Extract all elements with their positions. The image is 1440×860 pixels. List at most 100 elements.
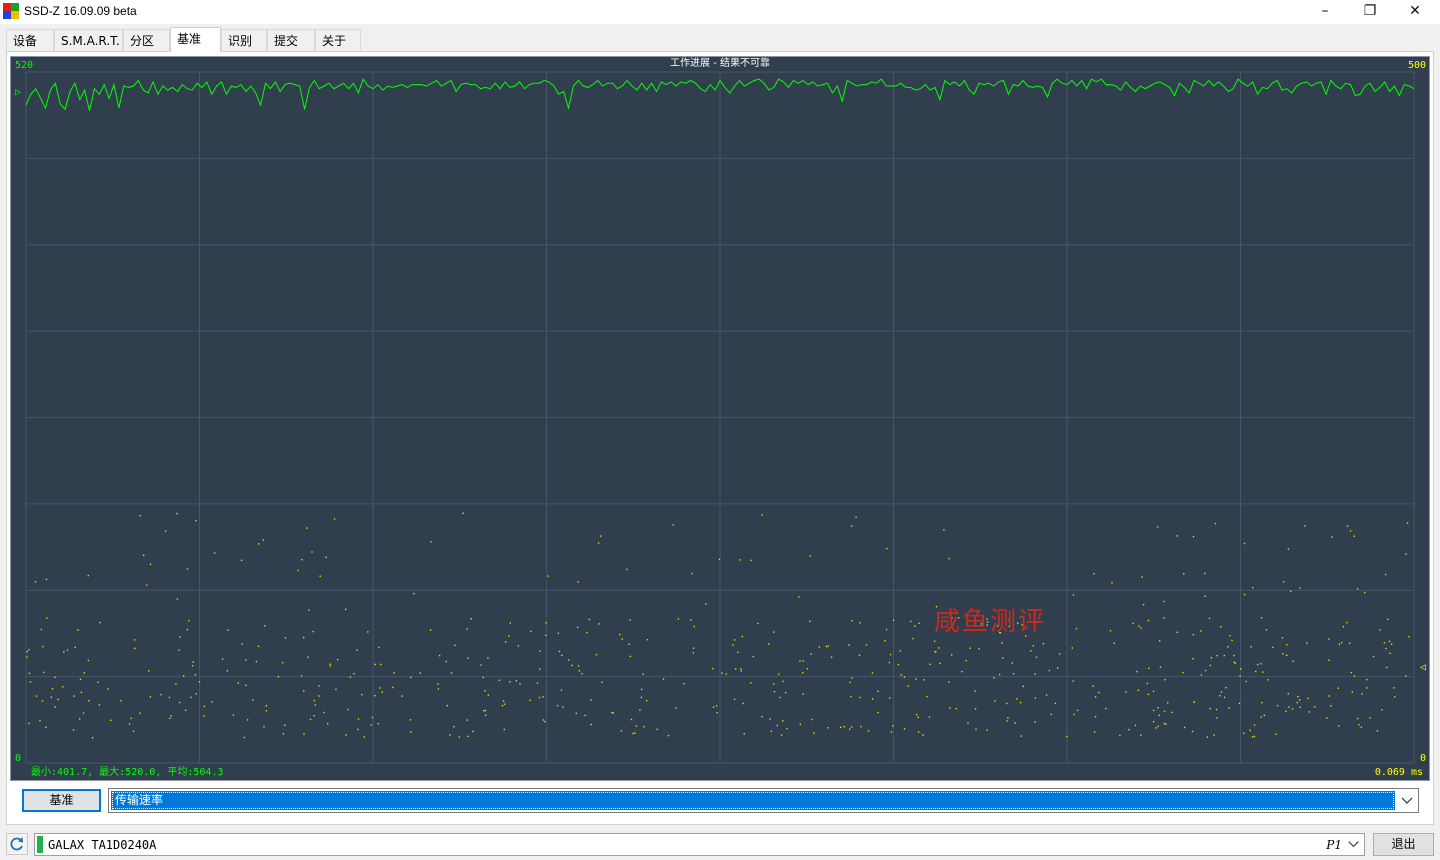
latency-point <box>83 672 85 674</box>
latency-point <box>170 715 172 717</box>
latency-point <box>577 665 580 667</box>
latency-point <box>850 726 853 728</box>
latency-point <box>1287 548 1290 550</box>
latency-point <box>467 657 469 659</box>
mode-select[interactable]: 传输速率 <box>108 788 1419 813</box>
drive-select[interactable]: GALAX TA1D0240A P1 <box>34 833 1365 856</box>
latency-point <box>333 518 336 520</box>
latency-point <box>1220 691 1223 693</box>
tab-smart[interactable]: S.M.A.R.T. <box>54 29 123 51</box>
latency-point <box>1215 708 1218 711</box>
latency-point <box>1405 553 1407 555</box>
latency-point <box>889 653 892 656</box>
latency-point <box>169 717 171 719</box>
latency-point <box>203 715 205 717</box>
latency-point <box>186 628 189 631</box>
latency-point <box>1299 706 1301 708</box>
latency-point <box>378 646 380 649</box>
latency-point <box>243 736 246 739</box>
latency-point <box>1282 653 1284 655</box>
tab-benchmark[interactable]: 基准 <box>170 27 221 52</box>
latency-point <box>1071 647 1073 649</box>
latency-point <box>620 730 623 732</box>
latency-point <box>1250 646 1252 648</box>
maximize-button[interactable]: ❐ <box>1347 0 1393 24</box>
latency-point <box>646 699 648 702</box>
tab-identify[interactable]: 识别 <box>221 29 267 51</box>
latency-point <box>501 705 504 707</box>
tab-partition[interactable]: 分区 <box>123 29 170 51</box>
latency-point <box>578 670 581 672</box>
latency-point <box>1216 654 1218 657</box>
latency-point <box>818 646 821 648</box>
latency-point <box>87 659 90 662</box>
latency-point <box>1292 660 1294 662</box>
latency-point <box>917 716 919 718</box>
latency-point <box>42 645 44 648</box>
latency-point <box>134 647 136 650</box>
latency-point <box>1408 636 1410 638</box>
latency-point <box>62 686 64 688</box>
latency-point <box>110 719 112 721</box>
latency-point <box>419 672 421 674</box>
latency-point <box>646 639 649 641</box>
latency-point <box>1141 576 1143 578</box>
latency-point <box>1094 716 1097 718</box>
latency-point <box>1030 650 1032 652</box>
latency-point <box>130 717 132 720</box>
latency-point <box>934 640 936 642</box>
latency-point <box>98 704 101 706</box>
latency-point <box>168 696 171 699</box>
latency-point <box>504 641 507 643</box>
latency-point <box>1331 536 1333 538</box>
latency-point <box>1204 595 1206 597</box>
latency-point <box>1314 706 1316 708</box>
chart-grid <box>25 71 1415 764</box>
latency-point <box>1012 673 1015 675</box>
latency-point <box>262 539 265 541</box>
latency-point <box>1328 695 1330 697</box>
latency-point <box>449 734 451 736</box>
left-axis-min: 0 <box>15 753 22 764</box>
latency-point <box>556 704 559 707</box>
latency-point <box>1233 661 1235 663</box>
latency-point <box>120 700 122 702</box>
latency-point <box>965 659 967 662</box>
tab-device[interactable]: 设备 <box>6 29 54 51</box>
latency-point <box>732 644 734 646</box>
latency-point <box>811 718 813 721</box>
latency-point <box>1045 694 1048 696</box>
latency-point <box>619 633 621 636</box>
refresh-button[interactable] <box>6 833 28 855</box>
latency-point <box>374 663 376 666</box>
latency-point <box>1014 722 1016 724</box>
latency-point <box>840 726 842 728</box>
latency-point <box>466 719 468 721</box>
latency-point <box>1342 626 1345 628</box>
latency-point <box>1006 702 1008 705</box>
latency-point <box>35 695 38 697</box>
latency-point <box>571 664 573 667</box>
latency-point <box>1384 573 1387 576</box>
latency-point <box>313 715 315 717</box>
latency-point <box>1075 627 1078 630</box>
latency-point <box>888 661 891 664</box>
latency-point <box>1072 680 1074 682</box>
latency-point <box>1385 647 1387 650</box>
latency-point <box>1326 717 1328 719</box>
latency-point <box>810 653 812 655</box>
benchmark-button[interactable]: 基准 <box>22 789 101 812</box>
tab-about[interactable]: 关于 <box>315 29 361 51</box>
exit-button[interactable]: 退出 <box>1373 833 1434 856</box>
latency-point <box>677 618 680 620</box>
minimize-button[interactable]: – <box>1302 0 1348 24</box>
latency-point <box>1372 655 1375 658</box>
tab-submit[interactable]: 提交 <box>267 29 315 51</box>
latency-point <box>502 700 505 702</box>
latency-point <box>1066 735 1068 738</box>
latency-point <box>1349 530 1352 532</box>
latency-point <box>561 654 563 656</box>
close-button[interactable]: ✕ <box>1392 0 1438 24</box>
latency-point <box>598 623 600 625</box>
latency-point <box>1386 666 1388 669</box>
